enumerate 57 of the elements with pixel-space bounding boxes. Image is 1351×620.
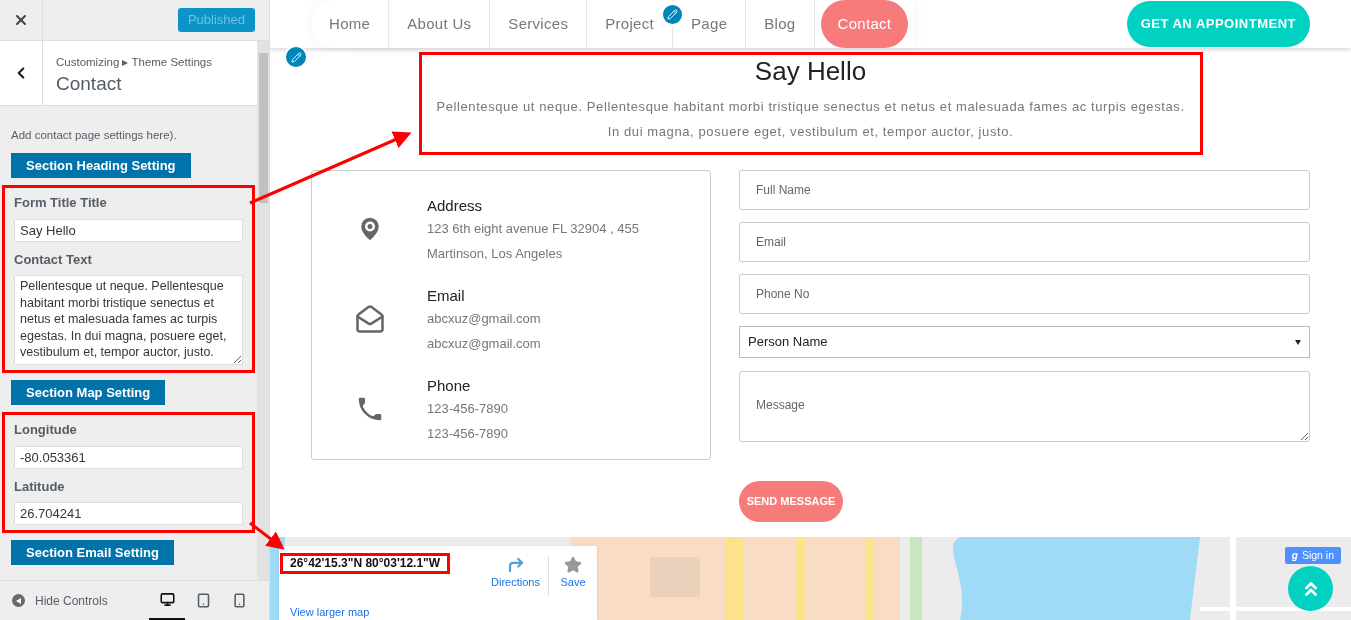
text-area[interactable]: Pellentesque ut neque. Pellentesque habitant morbi tristique senectus et netus et malesuada fames ac turpis egestas. In dui magna, posuere eget, vestibulum et, tempor auctor, justo.: [14, 275, 243, 366]
directions-icon: [506, 556, 525, 574]
info-line: 123-456-7890: [427, 425, 508, 443]
section-button[interactable]: Section Heading Setting: [11, 153, 191, 179]
collapse-icon[interactable]: [12, 594, 25, 607]
email-icon: [354, 304, 385, 334]
section-button[interactable]: Section Map Setting: [11, 380, 166, 406]
info-title: Phone: [427, 376, 472, 396]
tablet-icon: [195, 593, 211, 608]
field-label: Longitude: [14, 421, 78, 440]
desktop-icon: [159, 591, 175, 607]
info-title: Address: [427, 196, 484, 216]
nav-link[interactable]: Services: [506, 12, 571, 36]
info-line: 123 6th eight avenue FL 32904 , 455: [427, 220, 640, 238]
hide-controls-link[interactable]: Hide Controls: [35, 591, 108, 610]
scrollbar[interactable]: [257, 41, 269, 580]
nav-link[interactable]: Project: [603, 12, 657, 36]
select-field[interactable]: Person Name: [739, 326, 1310, 358]
form-input[interactable]: Phone No: [739, 274, 1310, 314]
nav-link[interactable]: Contact: [820, 0, 909, 48]
sign-in-label: Sign in: [1301, 547, 1334, 563]
send-button[interactable]: SEND MESSAGE: [739, 481, 843, 522]
info-line: abcxuz@gmail.com: [427, 335, 541, 353]
form-input[interactable]: Email: [739, 222, 1310, 262]
directions-button[interactable]: Directions: [483, 546, 548, 620]
form-input[interactable]: Full Name: [739, 170, 1310, 210]
field-label: Contact Text: [14, 250, 93, 269]
nav-link[interactable]: About Us: [405, 12, 474, 36]
panel-title: Contact: [56, 72, 123, 97]
larger-map-link[interactable]: View larger map: [290, 606, 483, 619]
field-label: Form Title Title: [14, 194, 108, 213]
mobile-icon: [231, 593, 247, 608]
field-label: Latitude: [14, 477, 66, 496]
nav-link[interactable]: Blog: [762, 12, 798, 36]
section-button[interactable]: Section Email Setting: [11, 540, 174, 566]
info-line: Martinson, Los Angeles: [427, 245, 564, 263]
close-icon[interactable]: [13, 12, 29, 28]
message-field[interactable]: Message: [739, 371, 1310, 442]
nav-link[interactable]: Page: [689, 12, 730, 36]
coordinates: 26°42'15.3"N 80°03'12.1"W: [280, 553, 451, 574]
info-line: 123-456-7890: [427, 400, 508, 418]
nav-link[interactable]: Home: [327, 12, 373, 36]
sign-in-button[interactable]: g Sign in: [1284, 547, 1341, 564]
info-title: Email: [427, 286, 466, 306]
dropdown-icon: [1295, 339, 1301, 345]
description: Add contact page settings here).: [11, 128, 178, 143]
google-mark: g: [1291, 549, 1298, 563]
text-field[interactable]: Say Hello: [14, 218, 243, 242]
section-text: Pellentesque ut neque. Pellentesque habitant morbi tristique senectus et netus et malesuada fames ac turpis egestas. In dui magna, posuere eget, vestibulum et, tempor auctor, justo.: [435, 98, 1186, 141]
breadcrumb: Customizing ▸ Theme Settings: [56, 55, 212, 70]
text-field[interactable]: -80.053361: [14, 445, 243, 469]
text-field[interactable]: 26.704241: [14, 502, 243, 526]
save-button[interactable]: Save: [549, 546, 597, 620]
section-title: Say Hello: [754, 56, 867, 86]
star-icon: [564, 556, 582, 574]
info-line: abcxuz@gmail.com: [427, 310, 541, 328]
edit-icon[interactable]: [284, 45, 308, 69]
